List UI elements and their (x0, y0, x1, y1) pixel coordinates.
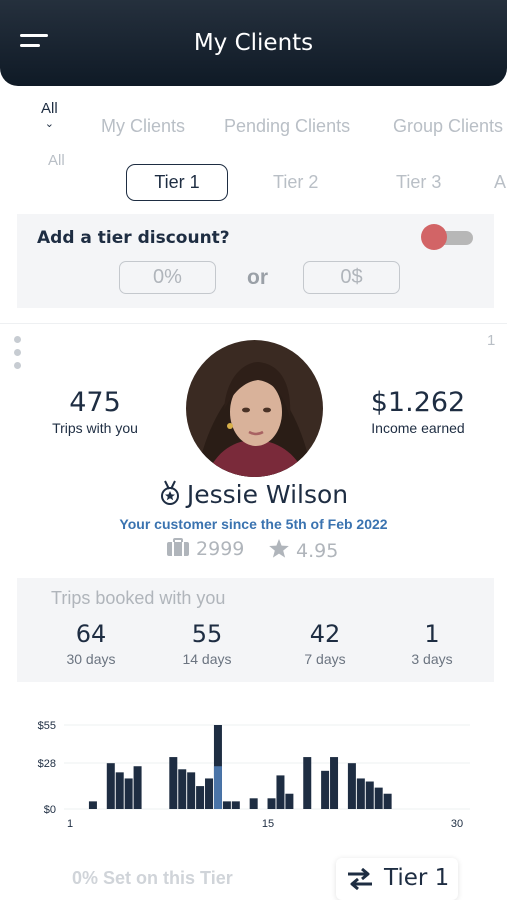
trips-panel-title: Trips booked with you (51, 588, 226, 608)
chevron-down-icon: ⌄ (44, 118, 54, 130)
discount-amount-input[interactable]: 0$ (303, 261, 400, 294)
tab-group-clients[interactable]: Group Clients (393, 116, 503, 137)
tier-discount-note: 0% Set on this Tier (72, 868, 233, 888)
chart-bar (249, 798, 258, 809)
client-name-text: Jessie Wilson (186, 480, 349, 509)
chart-bar (169, 757, 178, 809)
chart-y-tick-label: $28 (38, 758, 56, 770)
chart-bar (205, 778, 214, 809)
more-options-icon[interactable] (14, 336, 22, 378)
chart-bar (347, 763, 356, 809)
chart-bar (222, 801, 231, 809)
chart-x-tick-label: 30 (451, 818, 463, 830)
chart-bar (285, 793, 294, 809)
income-bar-chart: $55 $28 $0 1 15 30 (38, 720, 470, 830)
filter-dropdown[interactable]: All ⌄ (41, 100, 58, 130)
tab-my-clients[interactable]: My Clients (101, 116, 185, 137)
chart-bar (196, 786, 205, 809)
chart-bar (383, 793, 392, 809)
chart-bar (124, 778, 133, 809)
page-title: My Clients (193, 30, 314, 56)
card-index: 1 (487, 332, 496, 349)
chart-bar (374, 787, 383, 809)
chart-x-tick-label: 15 (262, 818, 274, 830)
chart-bar (365, 781, 374, 809)
customer-since: Your customer since the 5th of Feb 2022 (119, 516, 388, 532)
chart-y-tick-label: $0 (44, 804, 56, 816)
tab-tier-3[interactable]: Tier 3 (396, 172, 441, 193)
tab-pending-clients[interactable]: Pending Clients (224, 116, 350, 137)
income-value: $1.262 (370, 387, 466, 418)
medal-icon (159, 480, 181, 506)
discount-label: Add a tier discount? (37, 228, 230, 248)
change-tier-button[interactable]: Tier 1 (336, 858, 458, 900)
filter-subtitle: All (48, 152, 65, 169)
chart-bar (231, 801, 240, 809)
trips-7d-value: 42 (309, 620, 341, 648)
trips-value: 475 (69, 387, 121, 418)
bookings-value: 2999 (196, 538, 245, 560)
income-label: Income earned (371, 420, 465, 436)
client-rating: 4.95 (268, 538, 338, 562)
trips-label: Trips with you (52, 420, 138, 436)
chart-bar (267, 798, 276, 809)
chart-bar (88, 801, 97, 809)
chart-bar (330, 757, 339, 809)
or-label: or (247, 266, 268, 289)
chart-bar (178, 769, 187, 809)
tier-discount-panel: Add a tier discount? 0% or 0$ (17, 214, 494, 308)
chart-bar (321, 770, 330, 809)
trips-30d-label: 30 days (66, 651, 116, 667)
app-header: My Clients (0, 0, 507, 86)
chart-y-tick-label: $55 (38, 720, 56, 732)
chart-bar (106, 763, 115, 809)
change-tier-label: Tier 1 (384, 865, 450, 891)
chart-bar (187, 772, 196, 809)
trips-7d-label: 7 days (304, 651, 346, 667)
tab-tier-1[interactable]: Tier 1 (126, 164, 228, 201)
star-icon (269, 539, 289, 558)
chart-bar (303, 757, 312, 809)
client-name: Jessie Wilson (0, 480, 507, 509)
trips-30d-value: 64 (75, 620, 107, 648)
chart-bar (133, 766, 142, 809)
chart-bar (276, 775, 285, 809)
tab-tier-next[interactable]: A (494, 172, 506, 193)
trips-14d-label: 14 days (182, 651, 232, 667)
bookings-count: 2999 (166, 538, 244, 560)
chart-x-tick-label: 1 (67, 818, 73, 830)
chart-bar (115, 772, 124, 809)
chart-bar-highlight (213, 766, 222, 809)
trips-panel: Trips booked with you 64 30 days 55 14 d… (17, 578, 494, 682)
filter-dropdown-label: All (41, 100, 58, 117)
briefcase-icon (167, 538, 189, 556)
trips-3d-label: 3 days (411, 651, 453, 667)
rating-value: 4.95 (296, 540, 339, 562)
discount-percent-input[interactable]: 0% (119, 261, 216, 294)
trips-14d-value: 55 (191, 620, 223, 648)
tab-tier-2[interactable]: Tier 2 (273, 172, 318, 193)
discount-toggle[interactable] (421, 224, 473, 250)
trips-3d-value: 1 (424, 620, 440, 648)
chart-bar (356, 778, 365, 809)
client-avatar (186, 340, 323, 477)
swap-icon (348, 868, 372, 890)
